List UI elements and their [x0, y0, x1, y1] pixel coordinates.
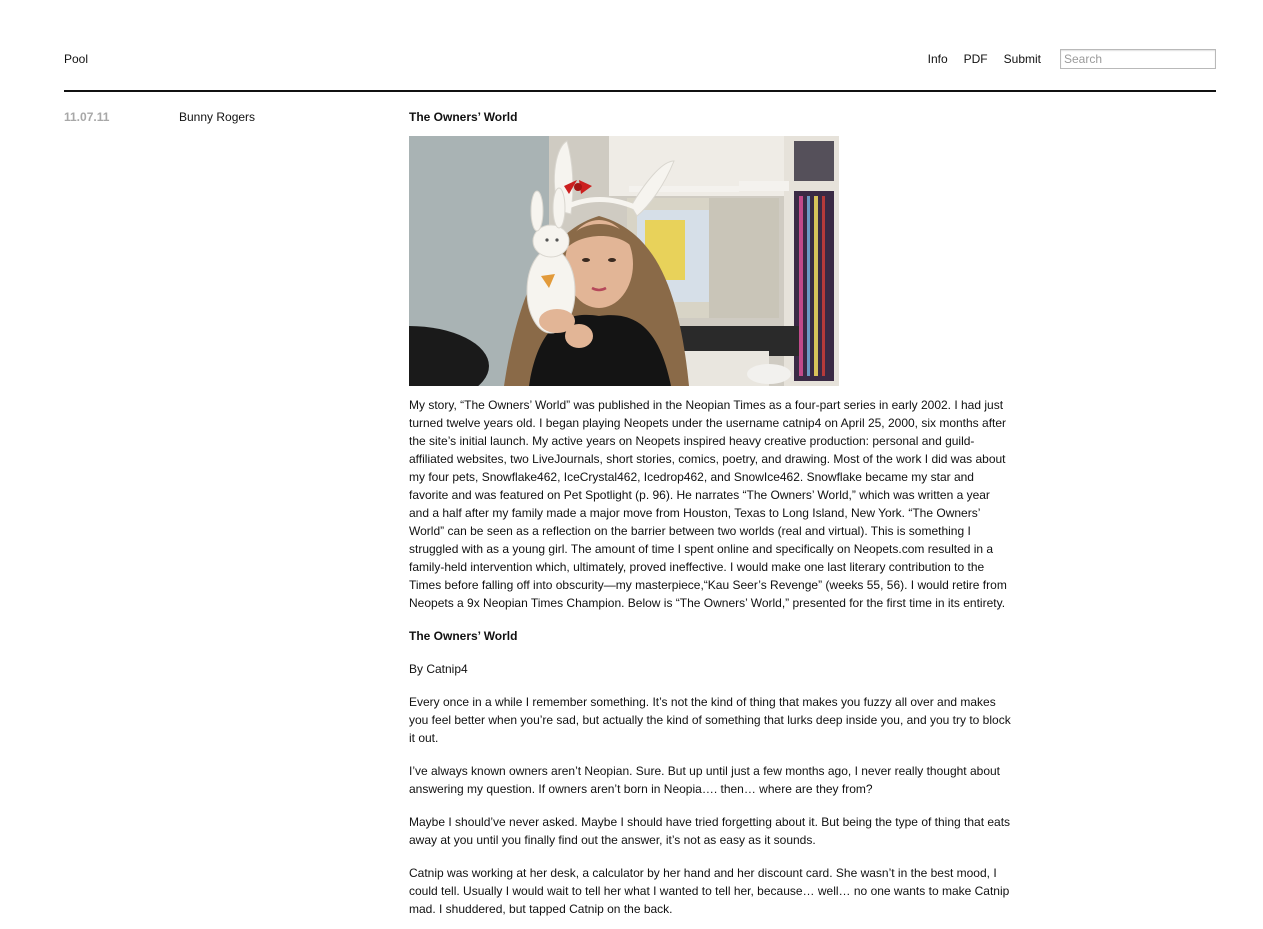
story-byline: By Catnip4 — [409, 662, 468, 676]
nav-pdf-link[interactable]: PDF — [964, 49, 988, 69]
article-title: The Owners’ World — [409, 110, 518, 124]
story-paragraph: Catnip was working at her desk, a calcul… — [409, 866, 1010, 916]
story-title: The Owners’ World — [409, 629, 518, 643]
intro-paragraph: My story, “The Owners’ World” was publis… — [409, 398, 1007, 610]
post-date: 11.07.11 — [64, 110, 110, 124]
search-input[interactable] — [1060, 49, 1216, 69]
article-photo — [409, 136, 839, 386]
nav-submit-link[interactable]: Submit — [1004, 49, 1041, 69]
story-paragraph: Every once in a while I remember somethi… — [409, 695, 1011, 745]
story-paragraph: Maybe I should’ve never asked. Maybe I s… — [409, 815, 1011, 847]
nav-info-link[interactable]: Info — [928, 49, 948, 69]
article: The Owners’ World My story, “The Owners’… — [409, 110, 1011, 918]
top-nav: Info PDF Submit — [928, 49, 1216, 69]
post-author-link[interactable]: Bunny Rogers — [179, 110, 255, 124]
site-header: Pool Info PDF Submit — [64, 0, 1216, 92]
site-title-link[interactable]: Pool — [64, 52, 88, 66]
story-paragraph: I’ve always known owners aren’t Neopian.… — [409, 764, 1000, 796]
